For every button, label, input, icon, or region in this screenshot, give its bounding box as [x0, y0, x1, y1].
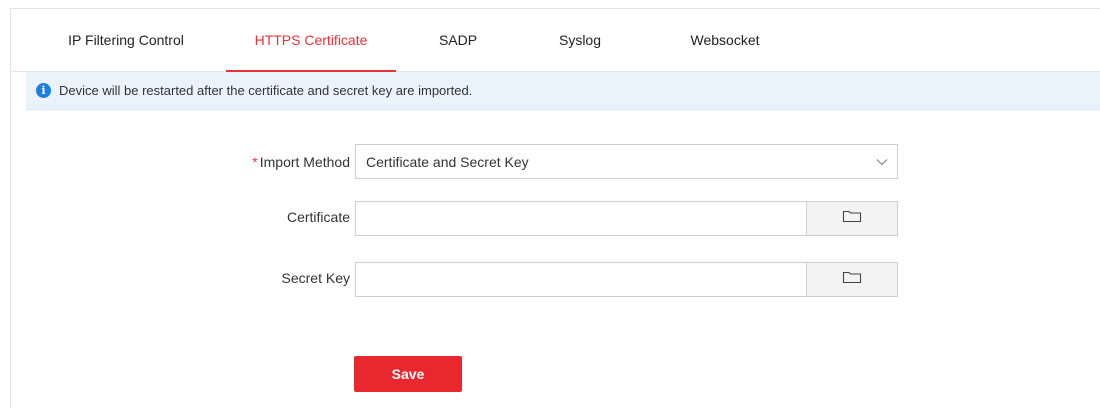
secret-key-label: Secret Key — [281, 270, 350, 286]
page-frame: IP Filtering Control HTTPS Certificate S… — [10, 8, 1100, 408]
tab-bar: IP Filtering Control HTTPS Certificate S… — [11, 9, 1100, 72]
certificate-browse-button[interactable] — [806, 201, 898, 236]
certificate-input[interactable] — [355, 201, 807, 236]
info-icon: i — [36, 83, 51, 98]
chevron-down-icon — [867, 158, 897, 166]
certificate-label: Certificate — [286, 209, 350, 225]
tab-sadp[interactable]: SADP — [423, 9, 493, 71]
restart-notice: i Device will be restarted after the cer… — [26, 72, 1100, 110]
secret-key-input[interactable] — [355, 262, 807, 297]
required-mark: * — [252, 154, 258, 170]
folder-icon — [842, 209, 862, 228]
import-method-select[interactable]: Certificate and Secret Key — [355, 144, 898, 179]
tab-websocket[interactable]: Websocket — [679, 9, 771, 71]
import-method-value: Certificate and Secret Key — [366, 153, 529, 170]
tab-syslog[interactable]: Syslog — [545, 9, 615, 71]
secret-key-browse-button[interactable] — [806, 262, 898, 297]
save-button[interactable]: Save — [354, 356, 462, 392]
import-method-label-text: Import Method — [259, 154, 350, 170]
notice-text: Device will be restarted after the certi… — [59, 83, 473, 98]
tab-ip-filtering-control[interactable]: IP Filtering Control — [55, 9, 197, 71]
import-method-label: * Import Method — [252, 154, 350, 170]
folder-icon — [842, 270, 862, 289]
tab-https-certificate[interactable]: HTTPS Certificate — [226, 9, 396, 72]
